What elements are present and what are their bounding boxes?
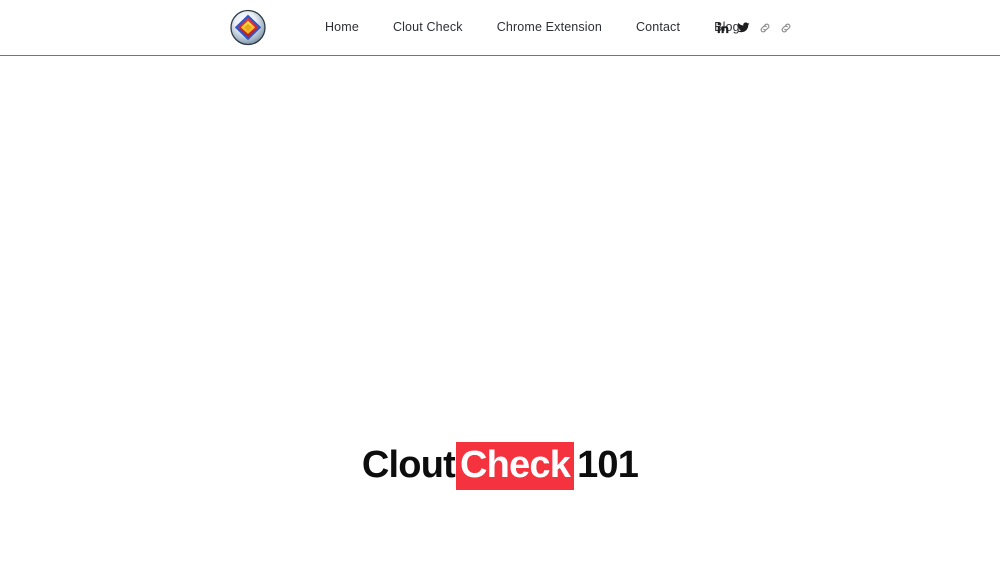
page-main: CloutCheck101 Higher is better. Your Clo… [0,56,1000,560]
primary-navigation: Home Clout Check Chrome Extension Contac… [325,0,740,55]
link-icon [760,23,769,32]
social-links-bar [716,0,792,55]
social-link-linkedin[interactable] [716,21,729,34]
title-highlight-check: Check [456,442,575,490]
site-header: Home Clout Check Chrome Extension Contac… [0,0,1000,59]
hero-heading-block: Clout Check 101 [0,442,1000,490]
nav-item-home[interactable]: Home [325,15,359,40]
site-logo[interactable] [230,9,266,46]
social-link-twitter[interactable] [737,21,750,34]
link-icon [781,23,790,32]
linkedin-icon [717,22,728,33]
twitter-icon [737,22,750,33]
title-part-101: 101 [577,444,639,486]
diamond-emblem-logo-icon [230,9,266,46]
header-inner: Home Clout Check Chrome Extension Contac… [0,0,1000,55]
social-link-generic-1[interactable] [758,21,771,34]
nav-item-clout-check[interactable]: Clout Check [393,15,463,40]
nav-item-chrome-extension[interactable]: Chrome Extension [497,15,602,40]
page-title: Clout Check 101 [0,442,1000,490]
social-link-generic-2[interactable] [779,21,792,34]
nav-item-contact[interactable]: Contact [636,15,680,40]
title-part-clout: Clout [361,444,456,486]
